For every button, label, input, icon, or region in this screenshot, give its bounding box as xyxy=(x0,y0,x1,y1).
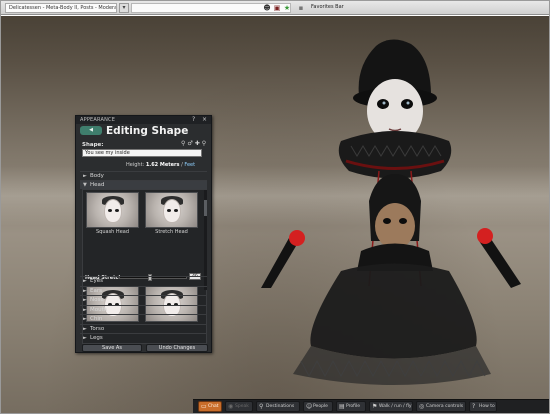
category-nose[interactable]: ► Nose xyxy=(80,295,207,304)
thumbnail-label: Squash Head xyxy=(95,229,130,235)
category-label: Chin xyxy=(90,316,103,322)
category-label: Torso xyxy=(90,325,105,332)
button-label: How to xyxy=(479,404,495,409)
help-icon[interactable]: ? xyxy=(192,116,195,123)
how-to-button[interactable]: ? How to xyxy=(469,401,497,412)
category-legs[interactable]: ► Legs xyxy=(80,333,207,342)
camera-controls-button[interactable]: ◎ Camera controls xyxy=(416,401,466,412)
height-feet-link[interactable]: Feet xyxy=(184,162,195,168)
scrollbar-thumb[interactable] xyxy=(204,200,207,216)
category-head[interactable]: ▼ Head xyxy=(80,180,207,189)
button-label: People xyxy=(313,404,328,409)
speak-button[interactable]: ◉ Speak xyxy=(225,401,253,412)
expand-arrow-icon: ► xyxy=(83,306,87,313)
save-as-button[interactable]: Save As xyxy=(82,344,142,352)
button-label: Profile xyxy=(346,404,360,409)
squash-head-thumbnail[interactable] xyxy=(86,192,139,228)
category-mouth[interactable]: ► Mouth xyxy=(80,304,207,314)
page-title: Editing Shape xyxy=(106,125,189,137)
people-button[interactable]: ☺ People xyxy=(303,401,333,412)
location-field[interactable]: Delicatessen - Meta-Body II, Posts - Mod… xyxy=(5,3,117,13)
face-shape xyxy=(104,199,122,223)
avatar-figure xyxy=(261,39,521,385)
button-label: Walk / run / fly xyxy=(379,404,412,409)
face-shape xyxy=(163,199,181,223)
category-label: Ears xyxy=(90,287,102,294)
profile-button[interactable]: ▤ Profile xyxy=(336,401,366,412)
panel-header-title: APPEARANCE xyxy=(80,117,116,123)
people-icon: ☺ xyxy=(306,403,313,410)
expand-arrow-icon: ► xyxy=(83,278,87,284)
expand-arrow-icon: ► xyxy=(83,173,87,179)
walk-run-fly-button[interactable]: ⚑ Walk / run / fly xyxy=(369,401,413,412)
collapse-arrow-icon: ▼ xyxy=(83,182,87,188)
expand-arrow-icon: ► xyxy=(83,316,87,322)
star-icon[interactable]: ★ xyxy=(283,4,291,12)
avatar-icon[interactable]: ☻ xyxy=(263,4,271,12)
height-prefix: Height: xyxy=(126,162,146,168)
microphone-icon: ◉ xyxy=(228,403,234,410)
pin-icon: ⚲ xyxy=(259,403,264,410)
category-chin[interactable]: ► Chin xyxy=(80,314,207,323)
button-label: Destinations xyxy=(266,404,295,409)
walk-icon: ⚑ xyxy=(372,403,378,410)
profile-icon: ▤ xyxy=(339,403,345,410)
appearance-panel: APPEARANCE ? × ◀ Editing Shape Shape: ⚲♂… xyxy=(75,115,212,353)
undo-changes-button[interactable]: Undo Changes xyxy=(146,344,208,352)
browser-toolbar: Delicatessen - Meta-Body II, Posts - Mod… xyxy=(1,1,549,15)
category-label: Mouth xyxy=(90,306,108,313)
close-icon[interactable]: × xyxy=(202,116,207,123)
category-ears[interactable]: ► Ears xyxy=(80,285,207,295)
snapshot-icon[interactable]: ▣ xyxy=(273,4,281,12)
button-label: Speak xyxy=(235,404,249,409)
chat-icon: ▭ xyxy=(201,403,207,410)
shape-tool-icons[interactable]: ⚲♂✚⚲ xyxy=(181,140,208,147)
category-label: Eyes xyxy=(90,278,103,284)
category-torso[interactable]: ► Torso xyxy=(80,323,207,333)
favorites-bar-label[interactable]: Favorites Bar xyxy=(311,4,344,10)
expand-arrow-icon: ► xyxy=(83,335,87,341)
height-value: 1.62 Meters xyxy=(145,162,180,168)
category-body[interactable]: ► Body xyxy=(80,171,207,180)
destinations-button[interactable]: ⚲ Destinations xyxy=(256,401,300,412)
category-label: Nose xyxy=(90,297,104,303)
category-eyes[interactable]: ► Eyes xyxy=(80,276,207,285)
category-label: Body xyxy=(90,173,104,179)
bottom-toolbar: ▭ Chat ◉ Speak ⚲ Destinations ☺ People ▤ Prof… xyxy=(193,399,549,413)
category-label: Head xyxy=(90,182,105,188)
button-label: Camera controls xyxy=(426,404,464,409)
location-dropdown-button[interactable]: ▾ xyxy=(119,3,129,13)
add-tab-icon[interactable]: ▪ xyxy=(297,4,305,12)
shape-label: Shape: xyxy=(82,142,104,148)
stretch-head-thumbnail[interactable] xyxy=(145,192,198,228)
chat-button[interactable]: ▭ Chat xyxy=(198,401,222,412)
expand-arrow-icon: ► xyxy=(83,287,87,294)
back-button[interactable]: ◀ xyxy=(80,126,102,135)
category-label: Legs xyxy=(90,335,103,341)
expand-arrow-icon: ► xyxy=(83,297,87,303)
height-readout: Height: 1.62 Meters / Feet xyxy=(126,162,195,168)
expand-arrow-icon: ► xyxy=(83,325,87,332)
eye-icon: ◎ xyxy=(419,403,425,410)
button-label: Chat xyxy=(208,404,219,409)
help-icon: ? xyxy=(472,403,476,410)
thumbnail-label: Stretch Head xyxy=(155,229,188,235)
shape-name-field[interactable]: You see my inside xyxy=(82,149,202,157)
